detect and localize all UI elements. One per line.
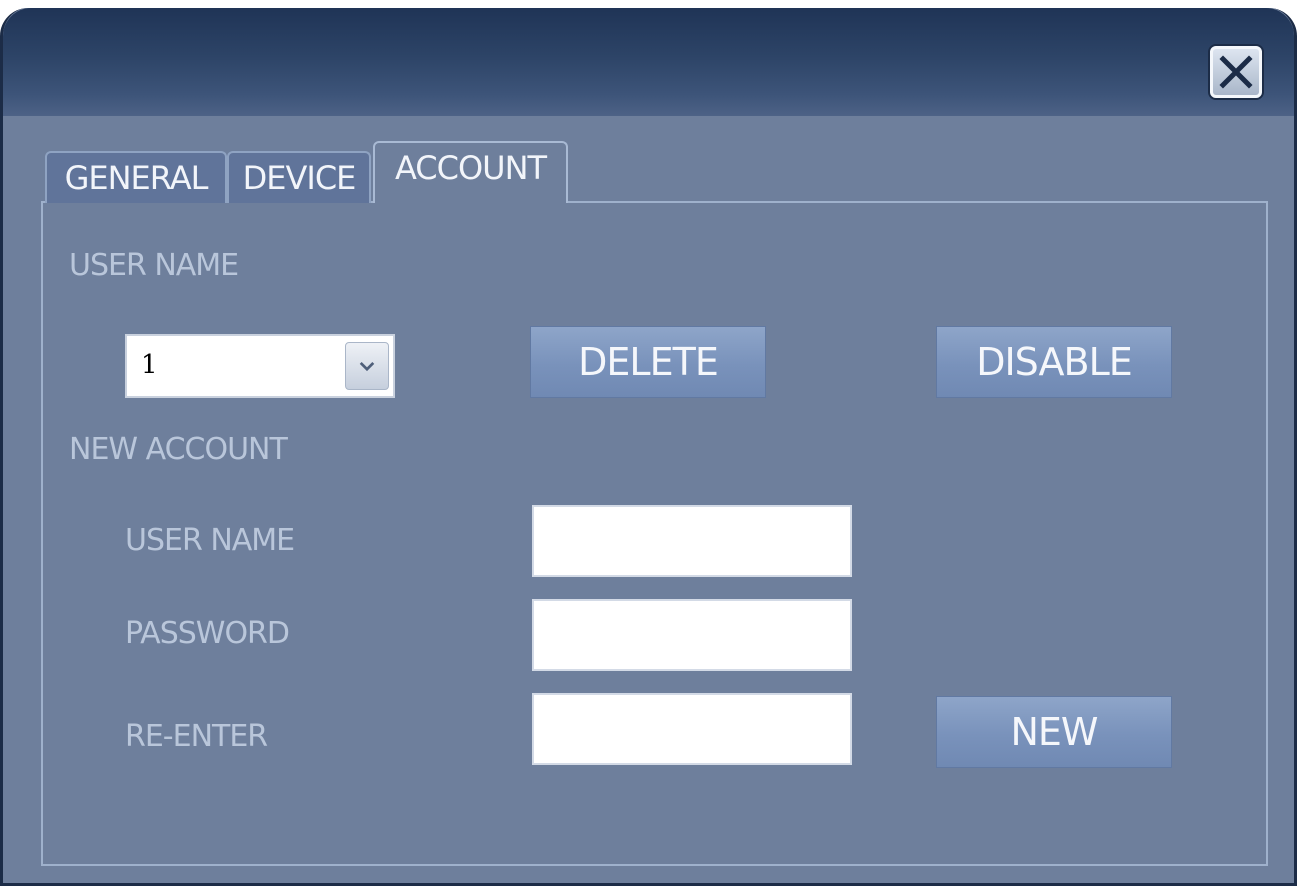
chevron-down-icon[interactable]	[345, 342, 389, 390]
disable-button[interactable]: DISABLE	[936, 326, 1172, 398]
user-select-dropdown[interactable]: 1	[125, 334, 395, 398]
new-account-section-label: NEW ACCOUNT	[69, 432, 288, 467]
new-account-button[interactable]: NEW	[936, 696, 1172, 768]
user-name-section-label: USER NAME	[69, 248, 239, 283]
tab-account[interactable]: ACCOUNT	[373, 141, 568, 203]
close-x-icon	[1219, 55, 1253, 89]
title-bar[interactable]	[3, 8, 1294, 116]
password-input[interactable]	[532, 599, 852, 671]
settings-window: GENERAL DEVICE ACCOUNT USER NAME 1 DELET…	[0, 8, 1297, 886]
password-label: PASSWORD	[125, 616, 290, 651]
close-button[interactable]	[1210, 46, 1262, 98]
reenter-password-input[interactable]	[532, 693, 852, 765]
tab-general[interactable]: GENERAL	[45, 151, 227, 203]
new-user-name-label: USER NAME	[125, 523, 295, 558]
reenter-password-label: RE-ENTER	[125, 719, 268, 754]
user-select-value: 1	[141, 350, 158, 380]
delete-button[interactable]: DELETE	[530, 326, 766, 398]
new-user-name-input[interactable]	[532, 505, 852, 577]
tab-device[interactable]: DEVICE	[227, 151, 371, 203]
